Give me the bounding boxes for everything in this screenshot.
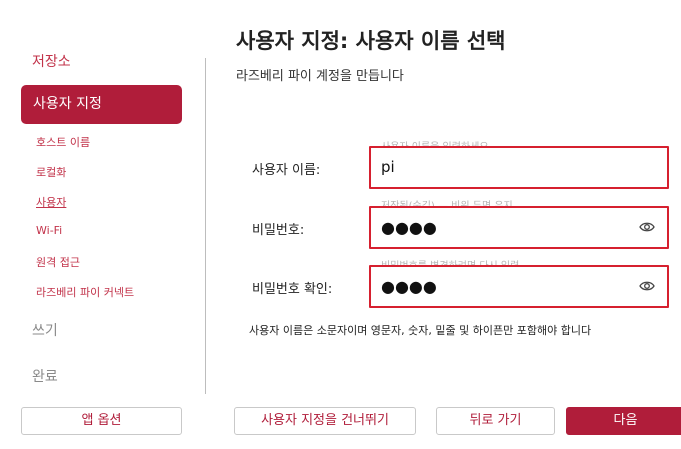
sidebar-item-storage[interactable]: 저장소: [32, 51, 71, 71]
username-rules-note: 사용자 이름은 소문자이며 영문자, 숫자, 밑줄 및 하이픈만 포함해야 합니…: [249, 324, 592, 337]
confirm-password-label: 비밀번호 확인:: [252, 282, 333, 297]
back-button[interactable]: 뒤로 가기: [436, 407, 555, 435]
skip-customisation-button[interactable]: 사용자 지정을 건너뛰기: [234, 407, 416, 435]
sidebar-subitem-remote-access[interactable]: 원격 접근: [36, 254, 80, 270]
next-button[interactable]: 다음: [566, 407, 681, 435]
username-label: 사용자 이름:: [252, 163, 321, 178]
page-subtitle: 라즈베리 파이 계정을 만듭니다: [236, 69, 404, 84]
confirm-password-field[interactable]: ●●●●: [369, 265, 669, 308]
app-options-button[interactable]: 앱 옵션: [21, 407, 182, 435]
password-value: ●●●●: [381, 218, 437, 237]
username-value: pi: [381, 158, 395, 176]
eye-icon[interactable]: [639, 279, 655, 293]
sidebar: 저장소 사용자 지정 호스트 이름 로컬화 사용자 Wi-Fi 원격 접근 라즈…: [0, 0, 205, 449]
sidebar-subitem-localisation[interactable]: 로컬화: [36, 164, 66, 180]
sidebar-subitem-hostname[interactable]: 호스트 이름: [36, 134, 90, 150]
sidebar-subitem-wifi[interactable]: Wi-Fi: [36, 224, 62, 237]
eye-icon[interactable]: [639, 220, 655, 234]
confirm-password-value: ●●●●: [381, 277, 437, 296]
sidebar-item-customize[interactable]: 사용자 지정: [21, 85, 182, 124]
username-field[interactable]: pi: [369, 146, 669, 189]
sidebar-subitem-user[interactable]: 사용자: [36, 194, 66, 210]
password-field[interactable]: ●●●●: [369, 206, 669, 249]
sidebar-item-done: 완료: [32, 369, 58, 385]
sidebar-divider: [205, 58, 206, 394]
password-label: 비밀번호:: [252, 223, 305, 238]
sidebar-item-write: 쓰기: [32, 323, 58, 339]
page-title: 사용자 지정: 사용자 이름 선택: [236, 29, 506, 53]
sidebar-subitem-connect[interactable]: 라즈베리 파이 커넥트: [36, 284, 134, 300]
